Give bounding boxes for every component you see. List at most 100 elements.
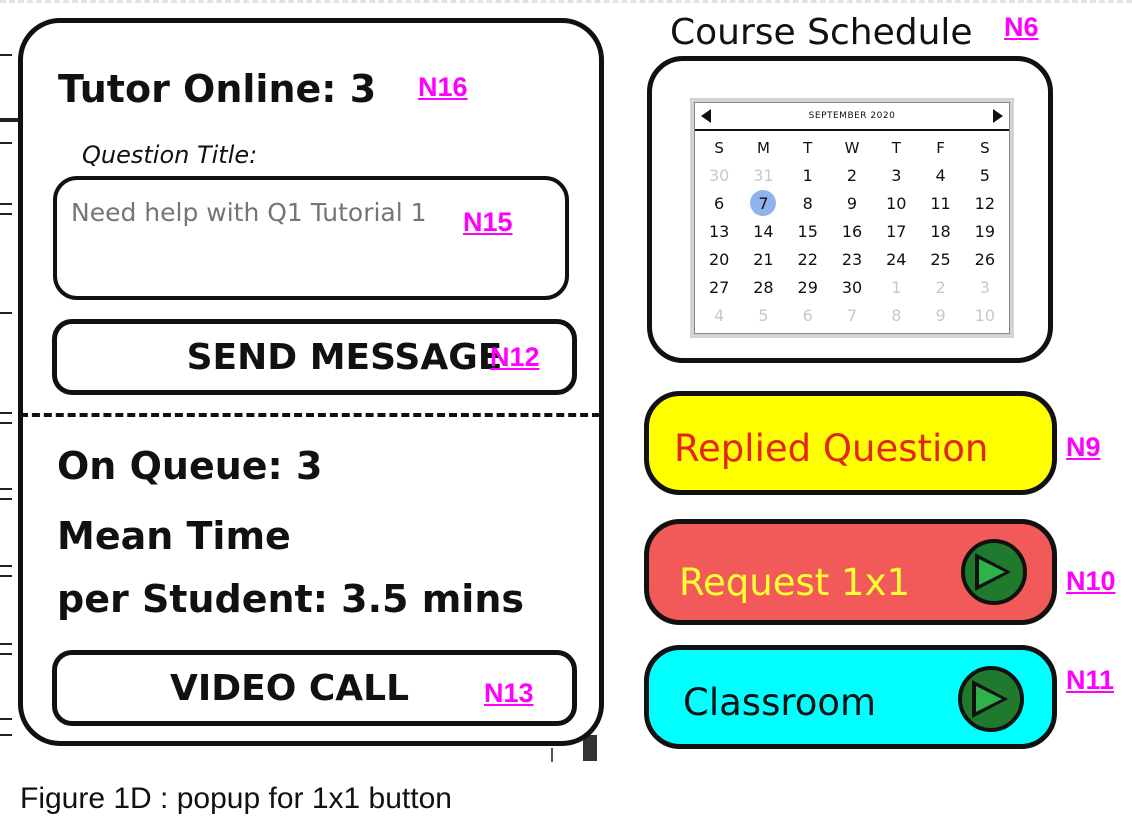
calendar-day[interactable]: 1 (874, 273, 918, 301)
edge-tick (0, 498, 12, 500)
question-title-input[interactable] (53, 176, 569, 300)
calendar-day[interactable]: 13 (697, 217, 741, 245)
calendar-day[interactable]: 5 (741, 301, 785, 329)
section-divider (20, 413, 600, 417)
calendar-day[interactable]: 28 (741, 273, 785, 301)
calendar-day[interactable]: 5 (963, 161, 1007, 189)
annotation-n16: N16 (418, 72, 468, 102)
annotation-n9: N9 (1066, 432, 1101, 462)
edge-tick (0, 118, 18, 122)
calendar-day[interactable]: 18 (918, 217, 962, 245)
calendar-weekday: T (891, 139, 901, 157)
calendar-day[interactable]: 23 (830, 245, 874, 273)
classroom-button[interactable]: Classroom (644, 645, 1057, 749)
calendar-day[interactable]: 6 (697, 189, 741, 217)
baseline-tick (551, 748, 553, 762)
edge-tick (0, 422, 12, 424)
calendar-month: SEPTEMBER 2020 (808, 111, 896, 121)
annotation-n11: N11 (1066, 665, 1115, 695)
calendar-day[interactable]: 12 (963, 189, 1007, 217)
calendar-day[interactable]: 21 (741, 245, 785, 273)
calendar-weekday: S (714, 139, 724, 157)
calendar-day[interactable]: 25 (918, 245, 962, 273)
annotation-n6: N6 (1004, 12, 1039, 42)
edge-tick (0, 565, 12, 567)
calendar-day[interactable]: 30 (830, 273, 874, 301)
edge-tick (0, 203, 12, 205)
calendar-day[interactable]: 19 (963, 217, 1007, 245)
mean-time-line1: Mean Time (57, 514, 291, 558)
annotation-n15: N15 (463, 207, 513, 237)
calendar-day[interactable]: 4 (918, 161, 962, 189)
edge-tick (0, 312, 12, 314)
calendar-day[interactable]: 2 (830, 161, 874, 189)
calendar-weekday: S (980, 139, 990, 157)
calendar-weekday: T (803, 139, 813, 157)
calendar-day[interactable]: 24 (874, 245, 918, 273)
replied-question-button[interactable]: Replied Question (644, 391, 1057, 495)
edge-tick (0, 643, 12, 645)
calendar-day[interactable]: 31 (741, 161, 785, 189)
edge-tick (0, 734, 12, 736)
schedule-title: Course Schedule (670, 12, 973, 53)
edge-tick (0, 718, 12, 720)
calendar-weekday: W (844, 139, 860, 157)
replied-question-label: Replied Question (674, 427, 989, 470)
calendar-day[interactable]: 2 (918, 273, 962, 301)
top-dashed-edge (0, 0, 1132, 3)
calendar-day[interactable]: 14 (741, 217, 785, 245)
queue-count: On Queue: 3 (57, 444, 323, 488)
annotation-n10: N10 (1066, 566, 1116, 596)
question-title-label: Question Title: (82, 141, 258, 169)
calendar-day[interactable]: 11 (918, 189, 962, 217)
calendar-day[interactable]: 8 (874, 301, 918, 329)
request-1x1-label: Request 1x1 (679, 561, 911, 604)
calendar-day[interactable]: 17 (874, 217, 918, 245)
request-1x1-button[interactable]: Request 1x1 (644, 519, 1057, 625)
calendar-day[interactable]: 7 (830, 301, 874, 329)
calendar-day[interactable]: 10 (963, 301, 1007, 329)
calendar-day[interactable]: 3 (874, 161, 918, 189)
play-icon (961, 539, 1027, 605)
edge-tick (0, 653, 12, 655)
calendar-header: SEPTEMBER 2020 (695, 103, 1009, 131)
calendar-day[interactable]: 27 (697, 273, 741, 301)
calendar-weekday: F (936, 139, 945, 157)
edge-tick (0, 142, 12, 144)
classroom-label: Classroom (683, 681, 877, 724)
annotation-n12: N12 (490, 342, 540, 372)
calendar-day[interactable]: 7 (741, 189, 785, 217)
video-call-label: VIDEO CALL (169, 667, 410, 709)
calendar-day[interactable]: 10 (874, 189, 918, 217)
calendar-weekday: M (756, 139, 770, 157)
calendar-day[interactable]: 6 (786, 301, 830, 329)
calendar-day[interactable]: 16 (830, 217, 874, 245)
calendar-day[interactable]: 26 (963, 245, 1007, 273)
figure-caption: Figure 1D : popup for 1x1 button (20, 782, 452, 815)
calendar-day[interactable]: 9 (918, 301, 962, 329)
edge-tick (0, 575, 12, 577)
calendar-day[interactable]: 8 (786, 189, 830, 217)
calendar-day[interactable]: 15 (786, 217, 830, 245)
play-icon (958, 666, 1024, 732)
calendar-day[interactable]: 4 (697, 301, 741, 329)
edge-tick (0, 412, 12, 414)
edge-tick (0, 488, 12, 490)
calendar-day[interactable]: 20 (697, 245, 741, 273)
calendar-grid: S M T W T F S 30 31 1 2 3 4 5 6 7 8 9 10 11 12 13 14 15 16 17 18 19… (695, 131, 1009, 329)
calendar-day[interactable]: 30 (697, 161, 741, 189)
prev-month-icon[interactable] (701, 109, 711, 123)
next-month-icon[interactable] (993, 109, 1003, 123)
calendar-day[interactable]: 22 (786, 245, 830, 273)
calendar-day[interactable]: 1 (786, 161, 830, 189)
mean-time-line2: per Student: 3.5 mins (57, 577, 524, 621)
calendar-day[interactable]: 3 (963, 273, 1007, 301)
calendar-day[interactable]: 9 (830, 189, 874, 217)
edge-tick (0, 213, 12, 215)
calendar-widget: SEPTEMBER 2020 S M T W T F S 30 31 1 2 3 4 5 6 7 8 9 10 11 1… (690, 98, 1014, 338)
send-message-label: SEND MESSAGE (186, 336, 503, 378)
annotation-n13: N13 (484, 678, 534, 708)
tutor-online-count: Tutor Online: 3 (58, 67, 377, 111)
edge-tick (0, 54, 12, 56)
calendar-day[interactable]: 29 (786, 273, 830, 301)
